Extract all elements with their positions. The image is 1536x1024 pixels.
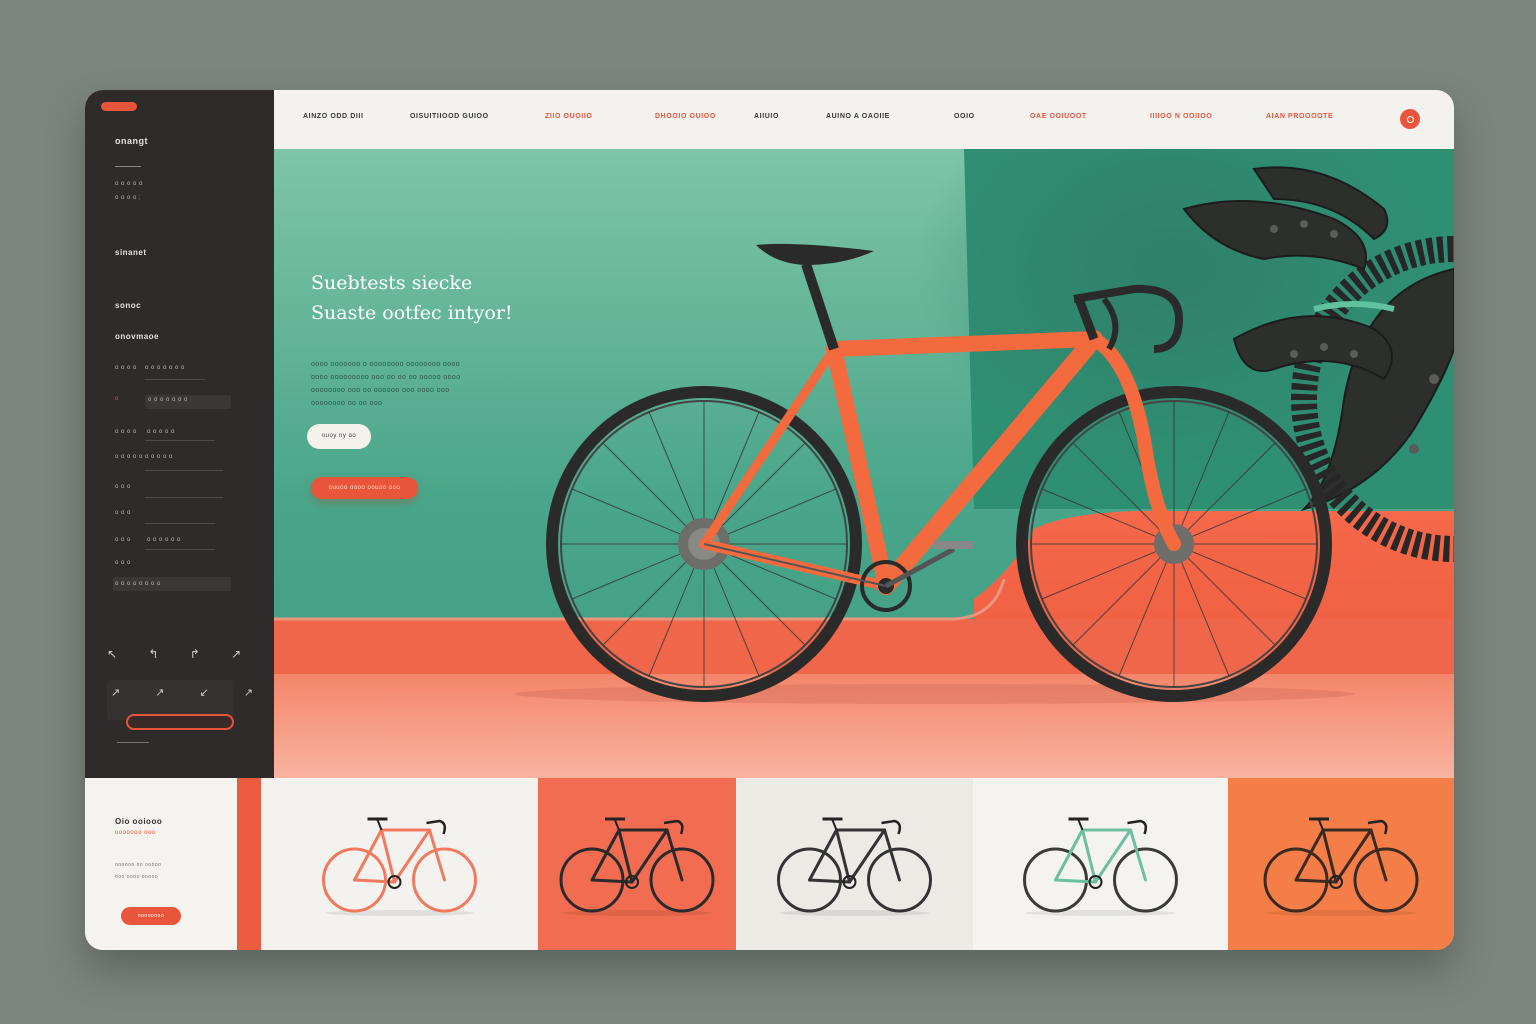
sidebar-tool-icons[interactable]: ↖ ↰ ↱ ↗ ↯	[107, 647, 297, 661]
sidebar-section-1[interactable]: sinanet	[115, 248, 147, 257]
hero-banner: Suebtests siecke Suaste ootfec intyor! o…	[274, 149, 1454, 778]
product-bike-image	[559, 817, 715, 916]
learn-more-button[interactable]: ouoy ny oo	[307, 424, 371, 449]
sidebar-row-label: o o o o	[115, 365, 137, 371]
accent-stripe	[237, 778, 261, 950]
brand-badge[interactable]	[101, 102, 137, 111]
product-info-card: Oio ooiooo ooooooo ooo oooooo oo ooooo o…	[85, 778, 237, 950]
sidebar-row-label: o o o	[115, 537, 131, 543]
hero-desc-line: oooooooo oo oo ooo	[311, 400, 383, 407]
product-tile[interactable]	[973, 778, 1228, 950]
sidebar-row-label: o	[115, 396, 119, 402]
divider	[115, 166, 141, 167]
sidebar-row-value: o o o o o o o	[148, 397, 188, 403]
sidebar-action-button[interactable]	[126, 714, 234, 730]
app-window: onangt o o o o o o o o o ; sinanet sonoc…	[85, 90, 1454, 950]
sidebar-row-value: o o o o o	[145, 454, 173, 460]
product-tile[interactable]	[538, 778, 736, 950]
top-nav: AINZO ODD DIII OISUITIIOOD GUIOO ZIIO OU…	[274, 90, 1454, 149]
nav-item[interactable]: DHOOIO OUIOO	[655, 113, 716, 120]
product-bike-image	[777, 817, 932, 916]
hero-title-line1: Suebtests siecke	[311, 272, 473, 294]
hero-desc-line: oooo ooooooooo ooo oo oo oo ooooo oooo	[311, 374, 461, 381]
hero-title-line2: Suaste ootfec intyor!	[311, 302, 513, 324]
divider	[145, 523, 215, 524]
product-bike-image	[1263, 817, 1419, 916]
sidebar-logo-text: onangt	[115, 136, 148, 146]
nav-item[interactable]: ZIIO OUOIIO	[545, 113, 592, 120]
nav-item[interactable]: AIIUIO	[754, 113, 779, 120]
search-icon[interactable]	[1400, 109, 1420, 129]
sidebar-section-3[interactable]: onovmaoe	[115, 332, 159, 341]
product-strip: Oio ooiooo ooooooo ooo oooooo oo ooooo o…	[85, 778, 1454, 950]
sidebar-row-value: o o o o o	[147, 429, 175, 435]
sidebar-row-value: o o o o o o	[147, 537, 181, 543]
nav-item[interactable]: IIIIOO N OOIIOO	[1150, 113, 1212, 120]
sidebar-row-label: o o o	[115, 484, 131, 490]
product-info-line: oooooo oo ooooo	[115, 862, 162, 868]
sidebar-section-2[interactable]: sonoc	[115, 301, 141, 310]
divider	[145, 470, 223, 471]
sidebar-row-label: o o o o o o o o	[115, 581, 161, 587]
sidebar-row-label: o o o o	[115, 429, 137, 435]
divider	[145, 497, 223, 498]
product-bike-image	[1023, 817, 1178, 916]
nav-item[interactable]: AINZO ODD DIII	[303, 113, 364, 120]
product-tile[interactable]	[736, 778, 973, 950]
product-bike-image	[322, 817, 477, 916]
nav-item[interactable]: AIAN PROOOOTE	[1266, 113, 1333, 120]
sidebar-row-label: o o o o o	[115, 454, 143, 460]
product-info-title: Oio ooiooo	[115, 817, 163, 826]
divider	[117, 742, 149, 743]
sidebar-meta-1: o o o o o	[115, 181, 143, 187]
product-info-button[interactable]: oooooooo	[121, 907, 181, 925]
divider	[145, 379, 205, 380]
product-info-subtitle: ooooooo ooo	[115, 830, 156, 836]
nav-item[interactable]: OAE OOIUOOT	[1030, 113, 1087, 120]
nav-item[interactable]: OOIO	[954, 113, 975, 120]
shop-now-button[interactable]: ouuoo oooo oouoo ooo	[311, 477, 418, 499]
product-tile[interactable]	[261, 778, 538, 950]
product-info-line: ooo oooo ooooo	[115, 874, 159, 880]
sidebar-row-value: o o o o o o o	[145, 365, 185, 371]
nav-item[interactable]: OISUITIIOOD GUIOO	[410, 113, 489, 120]
sidebar-meta-2: o o o o ;	[115, 195, 142, 201]
hero-desc-line: oooooooo ooo oo oooooo ooo oooo ooo	[311, 387, 450, 394]
divider	[145, 440, 215, 441]
sidebar-row-label: o o o	[115, 510, 131, 516]
sidebar-row-label: o o o	[115, 560, 131, 566]
product-tile[interactable]	[1228, 778, 1454, 950]
hero-illustration	[274, 149, 1454, 778]
divider	[145, 549, 215, 550]
sidebar: onangt o o o o o o o o o ; sinanet sonoc…	[85, 90, 297, 778]
hero-desc-line: oooo ooooooo o oooooooo oooooooo oooo	[311, 361, 461, 368]
nav-item[interactable]: AUINO A OAOIIE	[826, 113, 890, 120]
